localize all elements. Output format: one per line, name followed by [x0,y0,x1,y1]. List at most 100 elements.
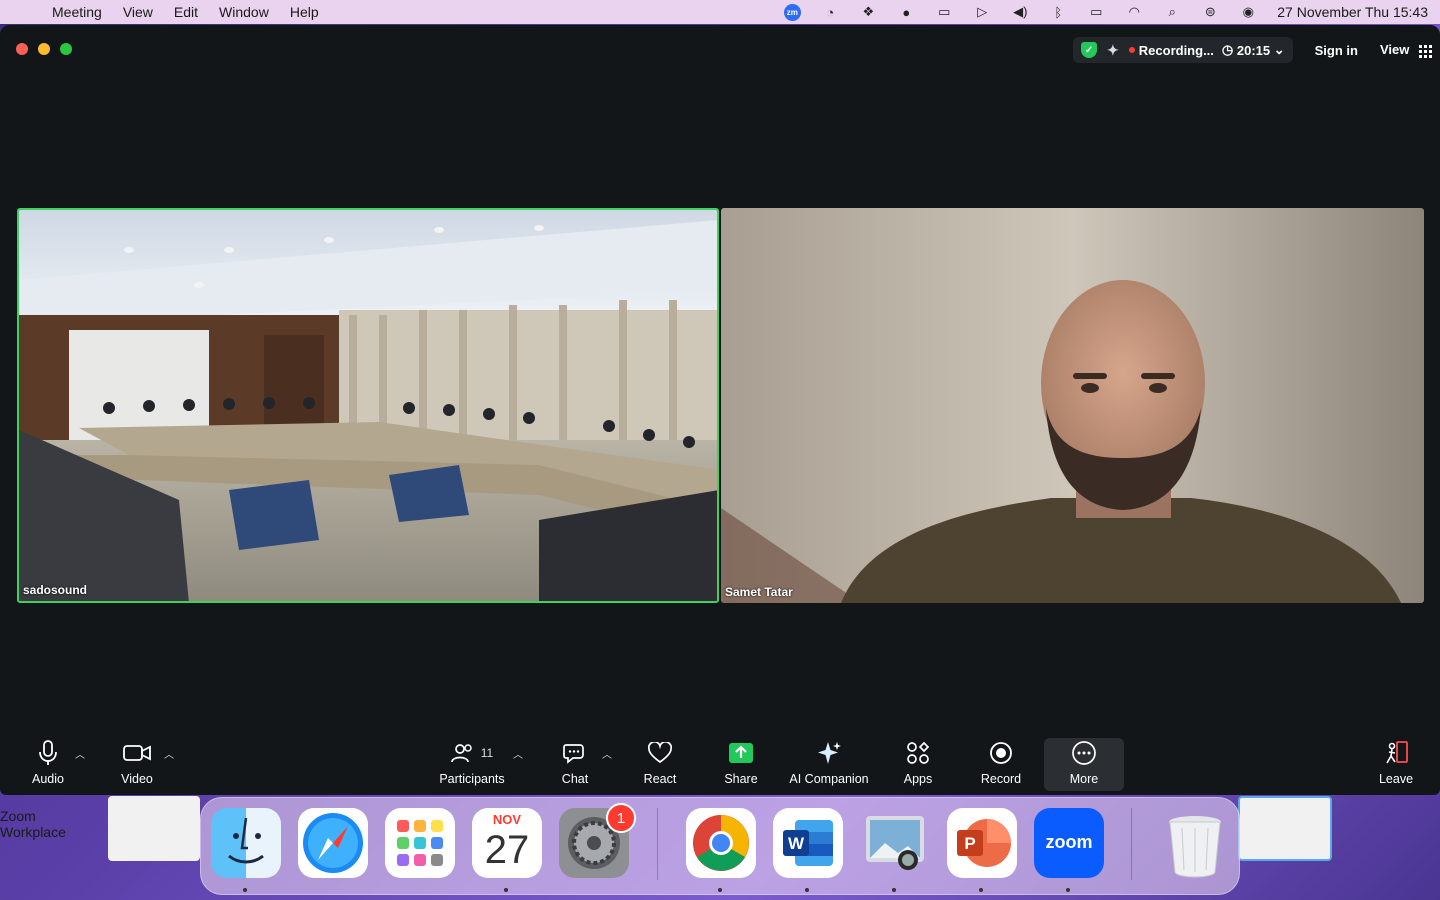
preview-dock-icon[interactable] [860,808,930,878]
powerpoint-dock-icon[interactable]: P [947,808,1017,878]
calendar-dock-icon[interactable]: NOV 27 [472,808,542,878]
zoom-status-badge: zm [783,3,801,21]
audio-options-caret-icon[interactable]: ︿ [75,746,85,761]
participants-label: Participants [439,772,505,786]
play-icon[interactable]: ▷ [963,0,1001,24]
control-center-icon[interactable]: ⊜ [1191,0,1229,24]
menubar-clock[interactable]: 27 November Thu 15:43 [1277,4,1428,20]
fullscreen-window-button[interactable] [60,43,72,55]
record-icon [989,738,1013,768]
trash-dock-icon[interactable] [1160,808,1230,878]
menu-app-name[interactable]: Zoom Workplace [0,808,70,878]
calendar-month: NOV [492,812,522,827]
video-button[interactable]: Video [117,738,157,792]
menu-edit[interactable]: Edit [174,4,198,20]
audio-label: Audio [32,772,64,786]
ai-companion-button[interactable]: AI Companion [787,738,871,792]
ai-sparkle-icon [816,738,842,768]
participant-name-label: sadosound [23,583,88,597]
chat-button[interactable]: Chat [555,738,595,792]
meeting-topbar: ✓ ✦ Recording... ◷ 20:15 ⌄ Sign in View [1073,37,1432,63]
macos-menubar: Zoom Workplace Meeting View Edit Window … [0,0,1440,840]
minimize-window-button[interactable] [38,43,50,55]
participants-icon: 11 [450,738,494,768]
safari-dock-icon[interactable] [298,808,368,878]
meeting-timer-value: 20:15 [1236,42,1271,58]
react-button[interactable]: React [640,738,680,792]
leave-button[interactable]: Leave [1376,738,1416,792]
chat-options-caret-icon[interactable]: ︿ [602,746,612,761]
chevron-down-icon: ⌄ [1270,42,1285,57]
calendar-running-indicator [504,888,508,892]
apps-icon [906,738,930,768]
share-label: Share [724,772,758,786]
finder-dock-icon[interactable] [211,808,281,878]
video-options-caret-icon[interactable]: ︿ [164,746,174,761]
zoom-meeting-window: ✓ ✦ Recording... ◷ 20:15 ⌄ Sign in View [0,25,1440,795]
encryption-shield-icon[interactable]: ✓ [1081,42,1098,58]
menu-view[interactable]: View [123,4,153,20]
menu-help[interactable]: Help [290,4,319,20]
dock-separator [657,808,658,880]
meeting-info-pill[interactable]: ✓ ✦ Recording... ◷ 20:15 ⌄ [1073,37,1293,63]
more-button[interactable]: More [1044,738,1124,791]
more-label: More [1069,772,1099,786]
background-window-left [108,796,200,861]
settings-notification-badge: 1 [606,803,636,833]
launchpad-dock-icon[interactable] [385,808,455,878]
share-button[interactable]: Share [721,738,761,792]
participants-count: 11 [480,746,494,760]
ai-companion-label: AI Companion [789,772,869,786]
bluetooth-icon[interactable]: ᛒ [1039,0,1077,24]
heart-icon [648,738,672,768]
video-tile-samet-tatar[interactable]: Samet Tatar [721,208,1424,603]
screen-time-icon[interactable]: ◔ [811,0,849,24]
volume-icon[interactable]: ◀) [1001,0,1039,24]
meeting-timer[interactable]: ◷ 20:15 ⌄ [1222,42,1285,58]
record-button[interactable]: Record [978,738,1024,792]
battery-icon[interactable]: ▭ [1077,0,1115,24]
dock-separator [1131,808,1132,880]
react-label: React [643,772,677,786]
leave-door-icon [1383,738,1409,768]
sign-in-button[interactable]: Sign in [1315,43,1358,58]
chrome-dock-icon[interactable] [686,808,756,878]
zoom-running-indicator [1066,888,1070,892]
more-ellipsis-icon [1071,738,1097,768]
view-label: View [1379,42,1410,58]
recording-status[interactable]: Recording... [1139,43,1214,58]
microphone-icon [38,738,58,768]
participants-button[interactable]: 11 Participants [437,738,507,792]
video-camera-icon [123,738,151,768]
ai-companion-sparkle-icon[interactable]: ✦ [1107,42,1119,59]
powerpoint-running-indicator [979,888,983,892]
conference-room-video [19,210,717,601]
preview-running-indicator [892,888,896,892]
svg-text:P: P [964,834,975,853]
close-window-button[interactable] [16,43,28,55]
spotlight-icon[interactable]: ⌕ [1153,0,1191,24]
chat-bubble-icon [563,738,587,768]
dropbox-icon[interactable]: ❖ [849,0,887,24]
svg-text:W: W [788,834,805,853]
menu-meeting[interactable]: Meeting [52,4,102,20]
menu-window[interactable]: Window [219,4,269,20]
screen-record-icon[interactable]: ▭ [925,0,963,24]
view-button[interactable]: View [1379,42,1432,58]
audio-button[interactable]: Audio [28,738,68,792]
zoom-status-icon[interactable]: zm [773,0,811,24]
word-dock-icon[interactable]: W [773,808,843,878]
wifi-icon[interactable]: ◠ [1115,0,1153,24]
clock-icon: ◷ [1221,42,1237,57]
grammarly-icon[interactable]: ● [887,0,925,24]
grid-view-icon [1419,44,1432,58]
video-tile-sadosound[interactable]: sadosound [17,208,719,603]
record-label: Record [980,772,1022,786]
siri-icon[interactable]: ◉ [1229,0,1267,24]
zoom-dock-icon[interactable]: zoom [1034,808,1104,878]
apps-button[interactable]: Apps [898,738,938,792]
leave-label: Leave [1378,772,1414,786]
participant-name-label: Samet Tatar [725,585,793,599]
participants-options-caret-icon[interactable]: ︿ [513,746,523,761]
zoom-app-label: zoom [1045,832,1093,852]
